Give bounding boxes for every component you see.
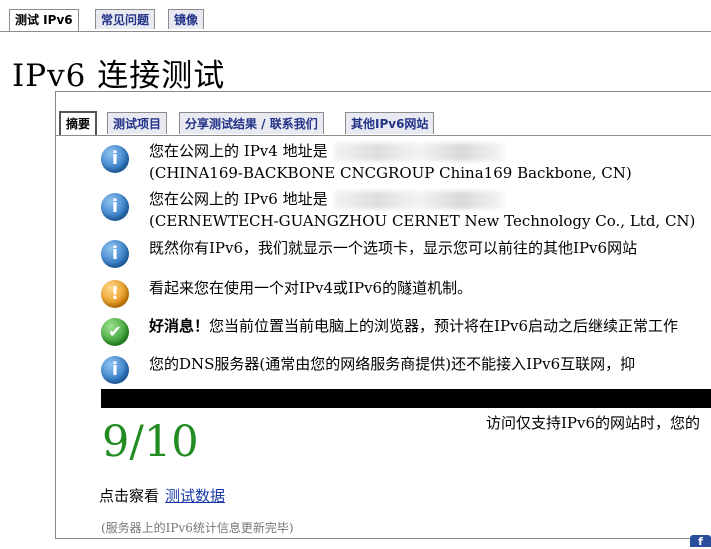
info-icon: i [101,356,129,384]
ipv4-label: 您在公网上的 IPv4 地址是 [149,142,328,160]
score-value: 9/10 [102,417,199,467]
page-title: IPv6 连接测试 [12,58,226,94]
ipv6-label: 您在公网上的 IPv6 地址是 [149,190,328,208]
check-icon: ✔ [101,318,129,346]
tab-share-results[interactable]: 分享测试结果 / 联系我们 [179,112,324,134]
info-icon: i [101,193,129,221]
tab-test-ipv6[interactable]: 测试 IPv6 [9,9,79,31]
update-note: (服务器上的IPv6统计信息更新完毕) [101,521,294,535]
score-note: 访问仅支持IPv6的网站时，您的 [486,414,701,432]
tab-other-ipv6-sites[interactable]: 其他IPv6网站 [345,112,435,134]
facebook-icon[interactable]: f [690,535,711,548]
results-panel: 摘要 测试项目 分享测试结果 / 联系我们 其他IPv6网站 i 您在公网上的 … [55,91,711,547]
info-icon: i [101,145,129,173]
tunnel-note: 看起来您在使用一个对IPv4或IPv6的隧道机制。 [149,279,473,297]
warning-icon: ! [101,280,129,308]
redacted-ipv4 [333,143,504,161]
score-bar [101,389,711,408]
inner-tab-bar: 摘要 测试项目 分享测试结果 / 联系我们 其他IPv6网站 [55,100,711,136]
ipv6-tab-note: 既然你有IPv6，我们就显示一个选项卡，显示您可以前往的其他IPv6网站 [149,239,638,257]
redacted-ipv6 [333,191,504,209]
ipv4-asn: (CHINA169-BACKBONE CNCGROUP China169 Bac… [149,164,632,182]
click-text: 点击察看 [99,487,160,505]
dns-note: 您的DNS服务器(通常由您的网络服务商提供)还不能接入IPv6互联网，抑 [149,355,636,373]
good-news-label: 好消息！ [149,317,210,335]
ipv6-asn: (CERNEWTECH-GUANGZHOU CERNET New Technol… [149,212,696,230]
info-icon: i [101,240,129,268]
tab-faq[interactable]: 常见问题 [95,9,156,29]
tab-mirrors[interactable]: 镜像 [168,9,205,29]
tab-summary[interactable]: 摘要 [59,111,98,135]
test-data-link[interactable]: 测试数据 [165,487,225,505]
good-news-text: 您当前位置当前电脑上的浏览器，预计将在IPv6启动之后继续正常工作 [209,317,679,335]
details-line: 点击察看 测试数据 [99,485,225,506]
tab-tests-run[interactable]: 测试项目 [107,112,168,134]
top-tab-bar: 测试 IPv6 常见问题 镜像 [0,0,711,32]
